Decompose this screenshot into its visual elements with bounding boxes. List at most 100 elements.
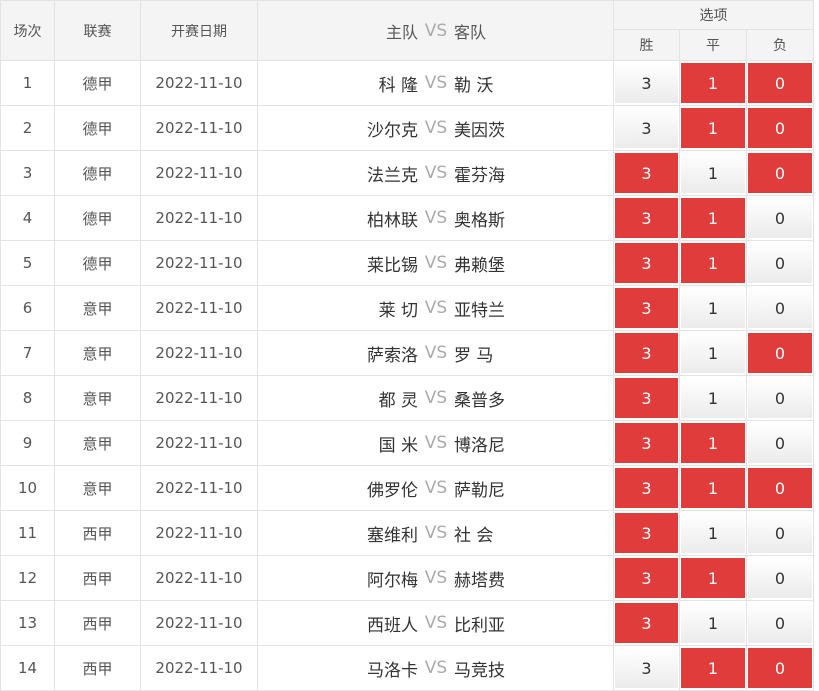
option-cell: 3 — [613, 645, 680, 691]
home-team: 沙尔克 — [367, 120, 418, 141]
option-win-button[interactable]: 3 — [615, 378, 678, 418]
option-win-button[interactable]: 3 — [615, 243, 678, 283]
option-cell: 3 — [613, 150, 680, 196]
match-index: 1 — [0, 60, 55, 106]
option-win-button[interactable]: 3 — [615, 468, 678, 508]
option-draw-button[interactable]: 1 — [681, 288, 745, 328]
option-cell: 3 — [613, 195, 680, 241]
match-index: 3 — [0, 150, 55, 196]
option-draw-button[interactable]: 1 — [681, 198, 745, 238]
option-cell: 3 — [613, 285, 680, 331]
option-cell: 1 — [679, 60, 747, 106]
match-teams: 西班人 VS 比利亚 — [257, 600, 614, 646]
option-cell: 0 — [745, 285, 815, 331]
vs-label: VS — [424, 73, 448, 93]
match-index: 5 — [0, 240, 55, 286]
vs-label: VS — [424, 478, 448, 498]
table-row: 6 意甲 2022-11-10 莱 切 VS 亚特兰 3 1 0 — [0, 285, 815, 331]
option-cell: 1 — [679, 375, 747, 421]
option-cell: 1 — [679, 105, 747, 151]
away-team: 勒 沃 — [454, 75, 494, 96]
table-header: 场次 联赛 开赛日期 主队 VS 客队 选项 胜 平 负 — [0, 0, 815, 61]
option-lose-button[interactable]: 0 — [748, 333, 813, 373]
home-team: 科 隆 — [378, 75, 418, 96]
option-lose-button[interactable]: 0 — [748, 378, 813, 418]
option-win-button[interactable]: 3 — [615, 558, 678, 598]
option-cell: 0 — [745, 510, 815, 556]
option-lose-button[interactable]: 0 — [748, 423, 813, 463]
option-lose-button[interactable]: 0 — [748, 63, 813, 103]
option-lose-button[interactable]: 0 — [748, 558, 813, 598]
away-team: 博洛尼 — [454, 435, 505, 456]
match-index: 13 — [0, 600, 55, 646]
vs-label: VS — [424, 208, 448, 228]
option-win-button[interactable]: 3 — [615, 198, 678, 238]
option-win-button[interactable]: 3 — [615, 513, 678, 553]
option-win-button[interactable]: 3 — [615, 63, 678, 103]
option-win-button[interactable]: 3 — [615, 288, 678, 328]
option-lose-button[interactable]: 0 — [748, 198, 813, 238]
match-index: 12 — [0, 555, 55, 601]
match-date: 2022-11-10 — [140, 105, 258, 151]
option-lose-button[interactable]: 0 — [748, 243, 813, 283]
match-date: 2022-11-10 — [140, 375, 258, 421]
option-draw-button[interactable]: 1 — [681, 558, 745, 598]
option-draw-button[interactable]: 1 — [681, 378, 745, 418]
option-draw-button[interactable]: 1 — [681, 108, 745, 148]
option-win-button[interactable]: 3 — [615, 153, 678, 193]
option-win-button[interactable]: 3 — [615, 648, 678, 688]
option-cell: 1 — [679, 465, 747, 511]
option-lose-button[interactable]: 0 — [748, 513, 813, 553]
vs-label: VS — [424, 433, 448, 453]
option-draw-button[interactable]: 1 — [681, 648, 745, 688]
league-name: 西甲 — [54, 510, 141, 556]
match-date: 2022-11-10 — [140, 645, 258, 691]
match-teams: 法兰克 VS 霍芬海 — [257, 150, 614, 196]
option-draw-button[interactable]: 1 — [681, 63, 745, 103]
option-lose-button[interactable]: 0 — [748, 153, 813, 193]
option-win-button[interactable]: 3 — [615, 423, 678, 463]
option-draw-button[interactable]: 1 — [681, 153, 745, 193]
option-cell: 0 — [745, 330, 815, 376]
match-teams: 莱比锡 VS 弗赖堡 — [257, 240, 614, 286]
option-win-button[interactable]: 3 — [615, 333, 678, 373]
league-name: 德甲 — [54, 105, 141, 151]
home-team: 佛罗伦 — [367, 480, 418, 501]
option-lose-button[interactable]: 0 — [748, 603, 813, 643]
match-index: 11 — [0, 510, 55, 556]
option-draw-button[interactable]: 1 — [681, 333, 745, 373]
option-draw-button[interactable]: 1 — [681, 423, 745, 463]
header-league: 联赛 — [54, 0, 141, 61]
match-index: 14 — [0, 645, 55, 691]
match-index: 7 — [0, 330, 55, 376]
option-draw-button[interactable]: 1 — [681, 243, 745, 283]
option-win-button[interactable]: 3 — [615, 108, 678, 148]
table-row: 13 西甲 2022-11-10 西班人 VS 比利亚 3 1 0 — [0, 600, 815, 646]
header-win: 胜 — [613, 29, 680, 61]
option-cell: 1 — [679, 330, 747, 376]
option-draw-button[interactable]: 1 — [681, 513, 745, 553]
table-body: 1 德甲 2022-11-10 科 隆 VS 勒 沃 3 1 0 2 德甲 2022-11-10 沙尔克… — [0, 60, 815, 691]
option-cell: 1 — [679, 645, 747, 691]
option-lose-button[interactable]: 0 — [748, 468, 813, 508]
option-draw-button[interactable]: 1 — [681, 603, 745, 643]
option-cell: 0 — [745, 240, 815, 286]
option-cell: 3 — [613, 600, 680, 646]
away-team: 赫塔费 — [454, 570, 505, 591]
home-team: 都 灵 — [378, 390, 418, 411]
option-cell: 3 — [613, 240, 680, 286]
match-index: 10 — [0, 465, 55, 511]
option-lose-button[interactable]: 0 — [748, 648, 813, 688]
match-date: 2022-11-10 — [140, 420, 258, 466]
option-lose-button[interactable]: 0 — [748, 108, 813, 148]
option-cell: 3 — [613, 105, 680, 151]
header-lose: 负 — [745, 29, 815, 61]
match-date: 2022-11-10 — [140, 195, 258, 241]
header-options: 选项 — [612, 0, 815, 30]
away-team: 社 会 — [454, 525, 494, 546]
option-win-button[interactable]: 3 — [615, 603, 678, 643]
option-lose-button[interactable]: 0 — [748, 288, 813, 328]
option-draw-button[interactable]: 1 — [681, 468, 745, 508]
option-cell: 1 — [679, 420, 747, 466]
table-row: 7 意甲 2022-11-10 萨索洛 VS 罗 马 310 — [0, 330, 815, 376]
